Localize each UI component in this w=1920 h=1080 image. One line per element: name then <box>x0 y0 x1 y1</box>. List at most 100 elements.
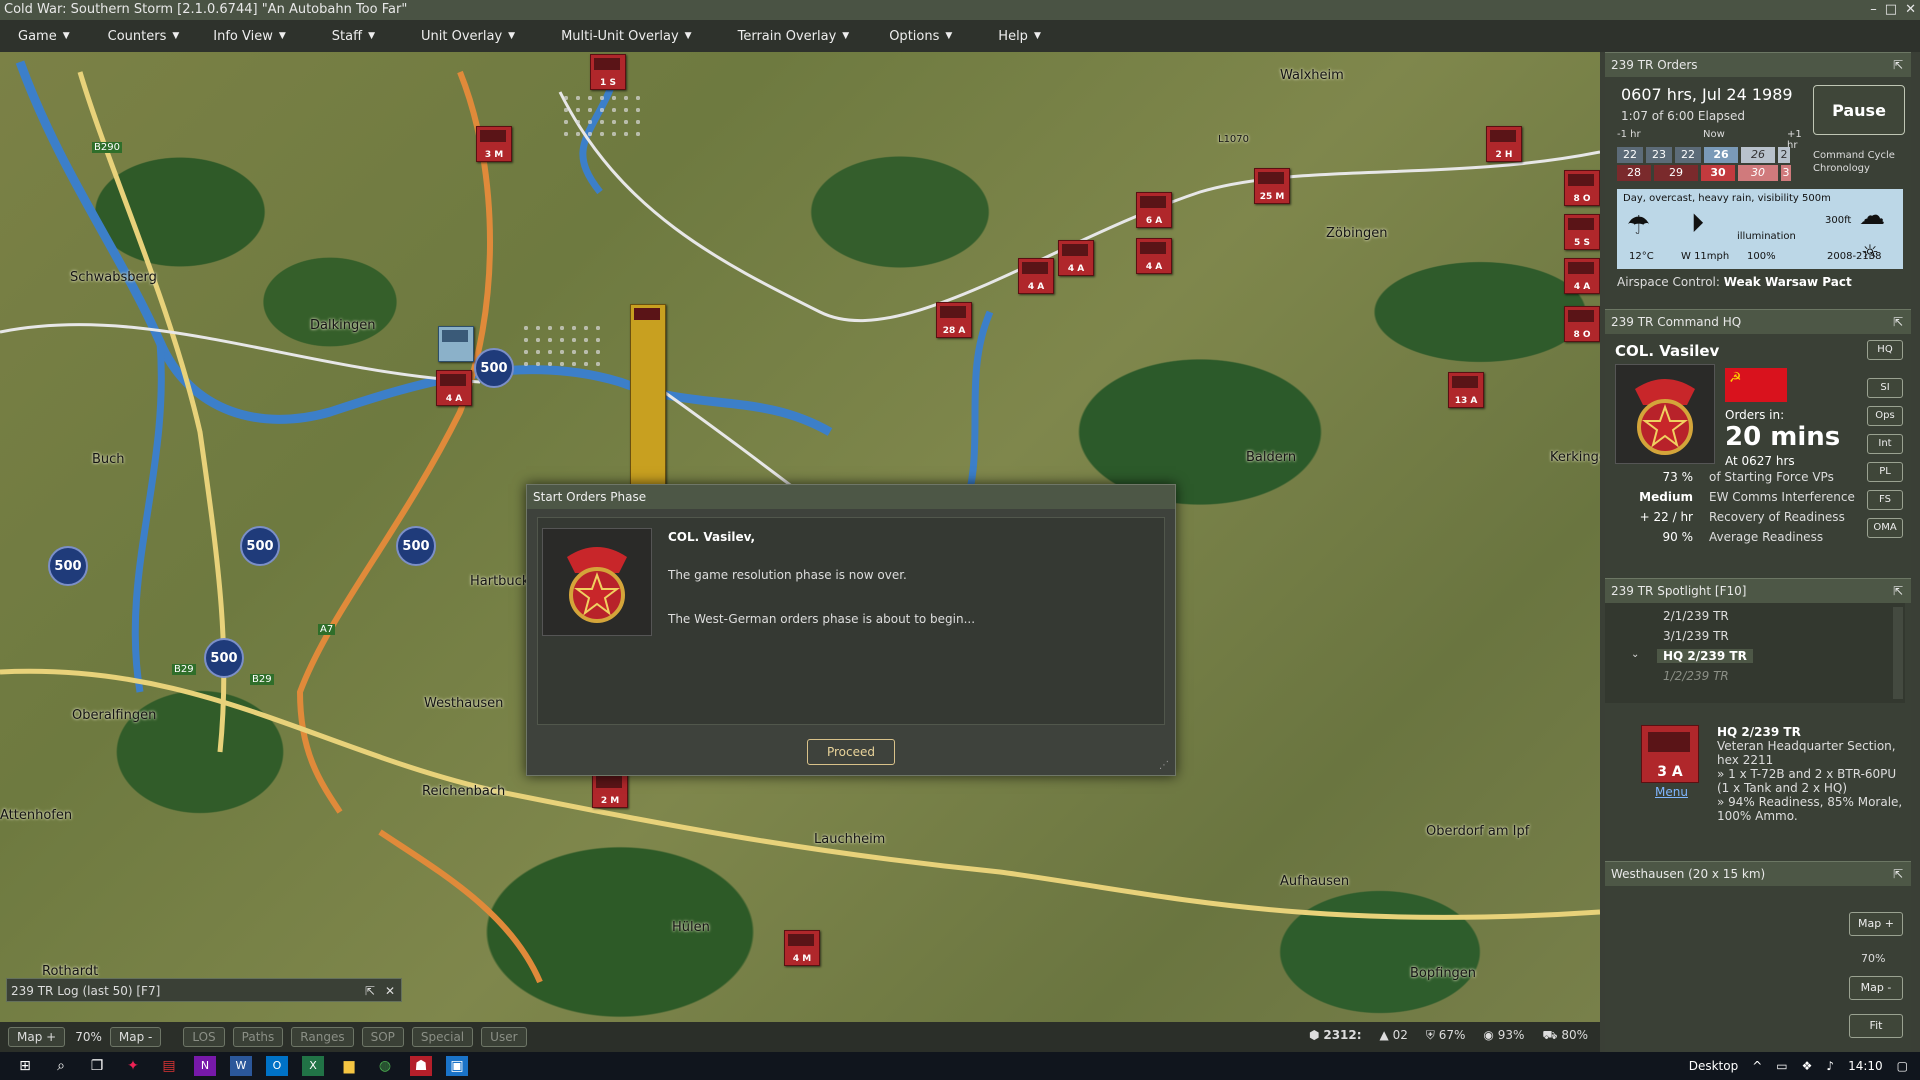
unit-counter[interactable]: 28 A <box>936 302 972 338</box>
minimap-fit-button[interactable]: Fit <box>1849 1014 1903 1038</box>
unit-counter[interactable]: 13 A <box>1448 372 1484 408</box>
clock[interactable]: 14:10 <box>1848 1059 1883 1073</box>
pause-button[interactable]: Pause <box>1813 85 1905 135</box>
chevron-up-icon[interactable]: ^ <box>1752 1059 1762 1073</box>
chrome-icon[interactable]: ◍ <box>374 1056 396 1076</box>
task-view-icon[interactable]: ❐ <box>86 1056 108 1076</box>
pin-icon[interactable]: ⇱ <box>365 979 375 1003</box>
app-icon[interactable]: ✦ <box>122 1056 144 1076</box>
tree-scrollbar[interactable] <box>1893 607 1903 699</box>
map-zoom-in-button[interactable]: Map + <box>8 1027 66 1047</box>
ops-button[interactable]: Ops <box>1867 406 1903 426</box>
dropbox-icon[interactable]: ❖ <box>1802 1059 1813 1073</box>
hex-marker[interactable]: 500 <box>396 526 436 566</box>
menu-help[interactable]: Help ▼ <box>980 29 1053 44</box>
chrono-cell[interactable]: 29 <box>1654 165 1698 181</box>
minimize-icon[interactable]: – <box>1870 0 1877 20</box>
chrono-cell[interactable]: 28 <box>1617 165 1651 181</box>
nato-unit-counter[interactable] <box>438 326 474 362</box>
pin-icon[interactable]: ⇱ <box>1893 310 1903 334</box>
unit-counter[interactable]: 8 O <box>1564 306 1600 342</box>
proceed-button[interactable]: Proceed <box>807 739 895 765</box>
chrono-cell[interactable]: 26 <box>1741 147 1775 163</box>
int-button[interactable]: Int <box>1867 434 1903 454</box>
network-icon[interactable]: ▭ <box>1776 1059 1787 1073</box>
play-circle-icon[interactable]: ⏵ <box>1691 211 1704 237</box>
hq-button[interactable]: HQ <box>1867 340 1903 360</box>
chrono-cell[interactable]: 30 <box>1701 165 1735 181</box>
desktop-toolbar[interactable]: Desktop <box>1689 1059 1739 1073</box>
menu-multi-unit-overlay[interactable]: Multi-Unit Overlay ▼ <box>543 29 704 44</box>
unit-menu-link[interactable]: Menu <box>1655 785 1688 799</box>
pin-icon[interactable]: ⇱ <box>1893 579 1903 603</box>
menu-unit-overlay[interactable]: Unit Overlay ▼ <box>403 29 527 44</box>
maximize-icon[interactable]: □ <box>1885 0 1897 20</box>
search-icon[interactable]: ⌕ <box>50 1056 72 1076</box>
log-panel[interactable]: 239 TR Log (last 50) [F7] ⇱ ✕ <box>6 978 402 1002</box>
menu-info-view[interactable]: Info View ▼ <box>195 29 298 44</box>
unit-counter[interactable]: 4 A <box>1136 238 1172 274</box>
menu-game[interactable]: Game ▼ <box>0 29 82 44</box>
close-icon[interactable]: ✕ <box>385 979 395 1003</box>
game-app-icon[interactable]: ☗ <box>410 1056 432 1076</box>
tree-item[interactable]: 2/1/239 TR <box>1663 609 1729 623</box>
chrono-cell[interactable]: 2 <box>1778 147 1790 163</box>
map-zoom-out-button[interactable]: Map - <box>109 1027 162 1047</box>
si-button[interactable]: SI <box>1867 378 1903 398</box>
unit-counter[interactable]: 4 A <box>436 370 472 406</box>
tree-item[interactable]: 3/1/239 TR <box>1663 629 1729 643</box>
pin-icon[interactable]: ⇱ <box>1893 862 1903 886</box>
unit-counter[interactable]: 5 S <box>1564 214 1600 250</box>
unit-counter[interactable]: 2 H <box>1486 126 1522 162</box>
unit-counter[interactable]: 8 O <box>1564 170 1600 206</box>
hex-marker[interactable]: 500 <box>240 526 280 566</box>
paths-button[interactable]: Paths <box>232 1027 284 1047</box>
tree-item-selected[interactable]: HQ 2/239 TR <box>1657 649 1753 663</box>
unit-counter[interactable]: 4 M <box>784 930 820 966</box>
chrono-cell[interactable]: 3 <box>1781 165 1791 181</box>
file-explorer-icon[interactable]: ▆ <box>338 1056 360 1076</box>
app-icon[interactable]: ▣ <box>446 1056 468 1076</box>
minimap-zoom-out-button[interactable]: Map - <box>1849 976 1903 1000</box>
unit-counter[interactable]: 4 A <box>1018 258 1054 294</box>
chrono-cell[interactable]: 26 <box>1704 147 1738 163</box>
minimap-zoom-in-button[interactable]: Map + <box>1849 912 1903 936</box>
chrono-cell[interactable]: 22 <box>1675 147 1701 163</box>
menu-counters[interactable]: Counters ▼ <box>90 29 192 44</box>
resize-grip-icon[interactable]: ⋰ <box>1159 760 1169 771</box>
menu-options[interactable]: Options ▼ <box>871 29 964 44</box>
unit-counter[interactable]: 1 S <box>590 54 626 90</box>
hex-marker[interactable]: 500 <box>204 638 244 678</box>
unit-counter[interactable]: 3 M <box>476 126 512 162</box>
unit-counter[interactable]: 2 M <box>592 772 628 808</box>
unit-counter[interactable]: 6 A <box>1136 192 1172 228</box>
volume-icon[interactable]: ♪ <box>1826 1059 1834 1073</box>
app-icon[interactable]: ▤ <box>158 1056 180 1076</box>
hex-marker[interactable]: 500 <box>48 546 88 586</box>
selected-unit-counter[interactable]: 3 A <box>1641 725 1699 783</box>
chevron-down-icon[interactable]: ⌄ <box>1631 649 1639 660</box>
hex-marker[interactable]: 500 <box>474 348 514 388</box>
unit-counter[interactable]: 4 A <box>1058 240 1094 276</box>
chrono-cell[interactable]: 23 <box>1646 147 1672 163</box>
notifications-icon[interactable]: ▢ <box>1897 1059 1908 1073</box>
windows-start-icon[interactable]: ⊞ <box>14 1056 36 1076</box>
word-icon[interactable]: W <box>230 1056 252 1076</box>
user-button[interactable]: User <box>481 1027 527 1047</box>
menu-terrain-overlay[interactable]: Terrain Overlay ▼ <box>720 29 862 44</box>
onenote-icon[interactable]: N <box>194 1056 216 1076</box>
excel-icon[interactable]: X <box>302 1056 324 1076</box>
outlook-icon[interactable]: O <box>266 1056 288 1076</box>
menu-staff[interactable]: Staff ▼ <box>314 29 387 44</box>
chrono-cell[interactable]: 30 <box>1738 165 1778 181</box>
pin-icon[interactable]: ⇱ <box>1893 53 1903 77</box>
special-button[interactable]: Special <box>411 1027 474 1047</box>
unit-counter[interactable]: 25 M <box>1254 168 1290 204</box>
unit-counter[interactable]: 4 A <box>1564 258 1600 294</box>
ranges-button[interactable]: Ranges <box>291 1027 354 1047</box>
sop-button[interactable]: SOP <box>361 1027 404 1047</box>
tree-item[interactable]: 1/2/239 TR <box>1663 669 1729 683</box>
los-button[interactable]: LOS <box>183 1027 225 1047</box>
close-icon[interactable]: ✕ <box>1905 0 1916 20</box>
chrono-cell[interactable]: 22 <box>1617 147 1643 163</box>
